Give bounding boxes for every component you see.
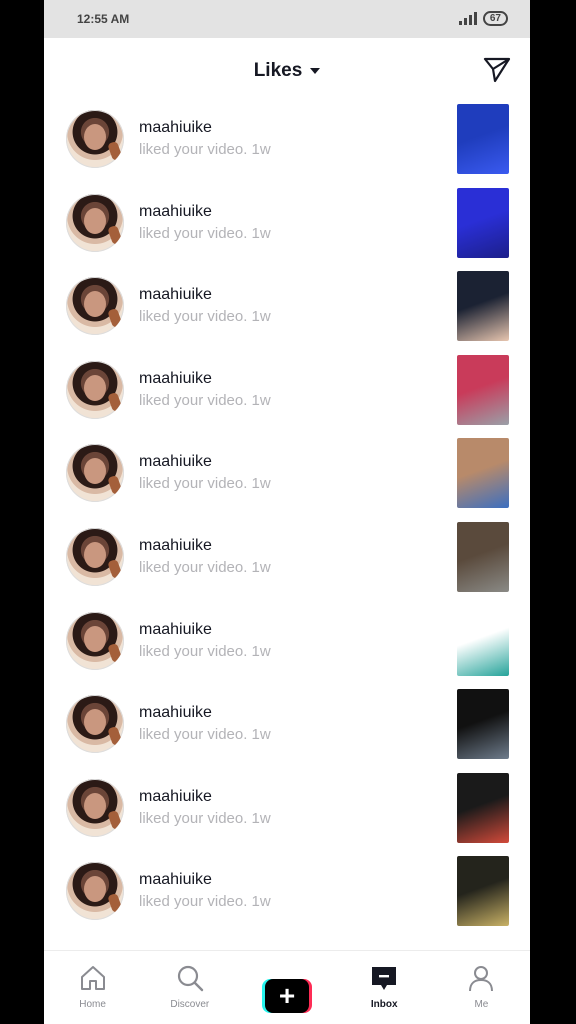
- nav-home-label: Home: [79, 999, 106, 1010]
- notification-text: liked your video. 1w: [139, 475, 271, 493]
- likes-filter-dropdown[interactable]: Likes: [44, 60, 530, 82]
- username[interactable]: maahiuike: [139, 370, 212, 388]
- notification-row[interactable]: maahiuike liked your video. 1w: [44, 186, 530, 270]
- notification-text: liked your video. 1w: [139, 726, 271, 744]
- notification-row[interactable]: maahiuike liked your video. 1w: [44, 436, 530, 520]
- avatar[interactable]: [66, 695, 124, 754]
- status-time: 12:55 AM: [77, 12, 130, 26]
- username[interactable]: maahiuike: [139, 453, 212, 471]
- nav-me-label: Me: [474, 999, 489, 1010]
- avatar[interactable]: [66, 110, 124, 168]
- bottom-nav: Home Discover + Inbox Me: [44, 950, 530, 1024]
- avatar[interactable]: [66, 277, 124, 336]
- video-thumbnail[interactable]: [457, 354, 509, 425]
- notification-text: liked your video. 1w: [139, 893, 271, 911]
- video-thumbnail[interactable]: [457, 689, 509, 760]
- notification-row[interactable]: maahiuike liked your video. 1w: [44, 771, 530, 855]
- video-thumbnail[interactable]: [457, 521, 509, 592]
- notification-text: liked your video. 1w: [139, 391, 271, 409]
- video-thumbnail[interactable]: [457, 187, 509, 258]
- nav-discover-label: Discover: [170, 999, 210, 1010]
- plus-icon: +: [265, 979, 309, 1013]
- notification-row[interactable]: maahiuike liked your video. 1w: [44, 269, 530, 353]
- notification-text: liked your video. 1w: [139, 642, 271, 660]
- video-thumbnail[interactable]: [457, 772, 509, 843]
- video-thumbnail[interactable]: [457, 438, 509, 509]
- video-thumbnail[interactable]: [457, 856, 509, 927]
- notification-row[interactable]: maahiuike liked your video. 1w: [44, 353, 530, 437]
- avatar[interactable]: [66, 527, 124, 586]
- direct-message-button[interactable]: [482, 54, 512, 84]
- username[interactable]: maahiuike: [139, 203, 212, 221]
- status-icons: 67: [458, 11, 508, 26]
- search-icon: [177, 965, 203, 992]
- status-bar: 12:55 AM 67: [44, 0, 530, 38]
- page-header: Likes: [44, 38, 530, 102]
- username[interactable]: maahiuike: [139, 871, 212, 889]
- username[interactable]: maahiuike: [139, 286, 212, 304]
- video-thumbnail[interactable]: [457, 271, 509, 342]
- home-icon: [80, 966, 105, 990]
- avatar[interactable]: [66, 778, 124, 837]
- avatar[interactable]: [66, 611, 124, 670]
- username[interactable]: maahiuike: [139, 704, 212, 722]
- page-title: Likes: [253, 60, 303, 81]
- app-screen: 12:55 AM 67 Likes maahiuike liked your vi…: [44, 0, 530, 1024]
- battery-level: 67: [482, 11, 508, 26]
- create-video-button[interactable]: +: [262, 979, 312, 1013]
- signal-icon: [458, 12, 477, 25]
- notification-row[interactable]: maahiuike liked your video. 1w: [44, 604, 530, 688]
- nav-home[interactable]: Home: [44, 951, 141, 1024]
- notification-row[interactable]: maahiuike liked your video. 1w: [44, 687, 530, 771]
- notification-text: liked your video. 1w: [139, 558, 271, 576]
- avatar[interactable]: [66, 862, 124, 921]
- avatar[interactable]: [66, 193, 124, 252]
- avatar[interactable]: [66, 444, 124, 503]
- username[interactable]: maahiuike: [139, 119, 212, 137]
- notification-row[interactable]: maahiuike liked your video. 1w: [44, 854, 530, 938]
- notification-text: liked your video. 1w: [139, 308, 271, 326]
- nav-discover[interactable]: Discover: [141, 951, 238, 1024]
- video-thumbnail[interactable]: [457, 605, 509, 676]
- notification-row[interactable]: maahiuike liked your video. 1w: [44, 520, 530, 604]
- notification-list: maahiuike liked your video. 1w maahiuike li…: [44, 102, 530, 938]
- nav-create[interactable]: +: [238, 951, 335, 1024]
- person-icon: [469, 966, 494, 992]
- notification-row[interactable]: maahiuike liked your video. 1w: [44, 102, 530, 186]
- nav-inbox[interactable]: Inbox: [336, 951, 433, 1024]
- notification-text: liked your video. 1w: [139, 809, 271, 827]
- nav-me[interactable]: Me: [433, 951, 530, 1024]
- video-thumbnail[interactable]: [457, 104, 509, 174]
- avatar[interactable]: [66, 360, 124, 419]
- caret-down-icon: [310, 67, 321, 74]
- notification-text: liked your video. 1w: [139, 141, 271, 158]
- username[interactable]: maahiuike: [139, 537, 212, 555]
- send-icon: [483, 57, 511, 83]
- notification-text: liked your video. 1w: [139, 224, 271, 242]
- inbox-icon: [372, 967, 397, 990]
- username[interactable]: maahiuike: [139, 788, 212, 806]
- nav-inbox-label: Inbox: [370, 999, 398, 1010]
- username[interactable]: maahiuike: [139, 621, 212, 639]
